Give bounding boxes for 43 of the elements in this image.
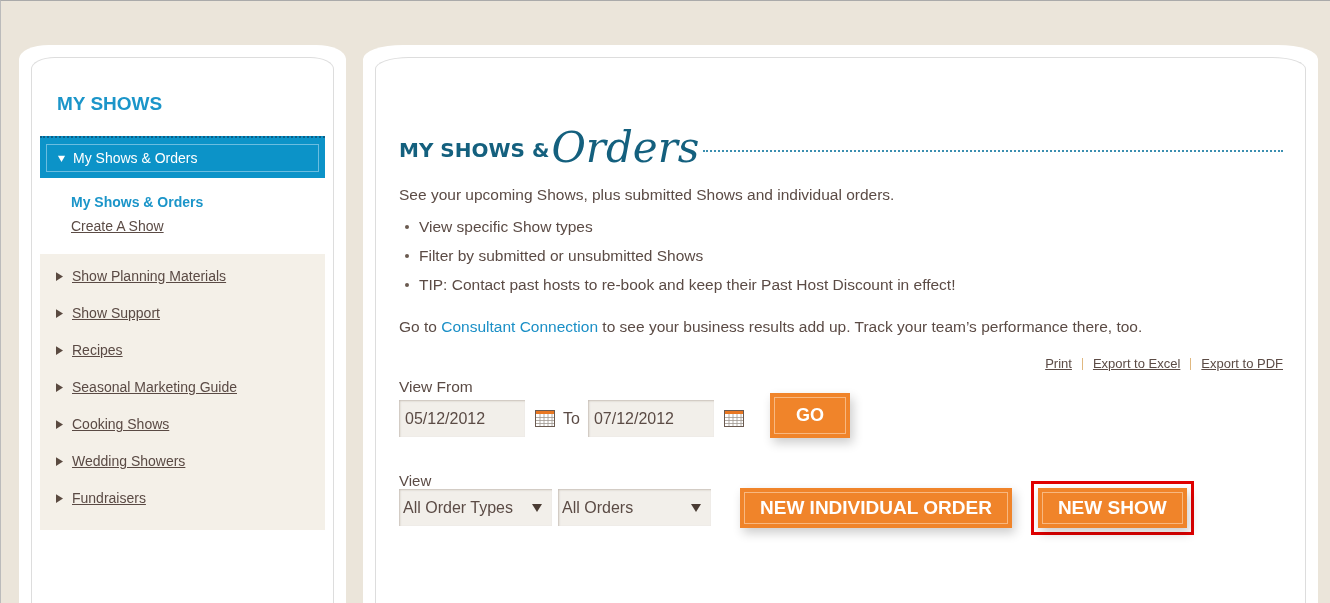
- page-title: MY SHOWS &: [399, 138, 550, 162]
- caret-icon: [56, 419, 63, 429]
- bullet-text: View specific Show types: [419, 218, 593, 236]
- field-label: View From: [399, 378, 474, 396]
- note-text: Go to Consultant Connection to see your business results add up. Track your team’s performance there, too.: [399, 318, 1144, 336]
- menu-link[interactable]: Show Planning Materials: [72, 268, 227, 284]
- action-link[interactable]: Export to PDF: [1201, 356, 1283, 371]
- caret-icon: [56, 308, 63, 318]
- bullet-icon: [405, 225, 409, 229]
- action-link[interactable]: Export to Excel: [1092, 356, 1181, 371]
- page-title-script: Orders: [551, 123, 700, 172]
- bullet-icon: [405, 283, 409, 287]
- caret-icon: [56, 345, 63, 355]
- intro-text: See your upcoming Shows, plus submitted Shows and individual orders.: [399, 186, 896, 204]
- caret-icon: [56, 271, 63, 281]
- bullet-icon: [405, 254, 409, 258]
- sidebar-title: MY SHOWS: [56, 93, 164, 115]
- caret-icon: [56, 493, 63, 503]
- dropdown[interactable]: All Orders: [558, 489, 711, 526]
- menu-link[interactable]: Cooking Shows: [72, 416, 170, 432]
- bullet-text: TIP: Contact past hosts to re-book and keep their Past Host Discount in effect!: [419, 276, 956, 294]
- menu-link[interactable]: Show Support: [72, 305, 160, 321]
- date-field[interactable]: 05/12/2012: [399, 400, 525, 437]
- menu-link[interactable]: Recipes: [72, 342, 123, 358]
- date-field[interactable]: 07/12/2012: [587, 400, 714, 437]
- action-link[interactable]: Print: [1045, 356, 1072, 371]
- field-label: View: [399, 472, 433, 489]
- bullet-text: Filter by submitted or unsubmitted Shows: [419, 247, 704, 265]
- menu-link[interactable]: Seasonal Marketing Guide: [72, 379, 237, 395]
- dropdown[interactable]: All Order Types: [399, 489, 552, 526]
- calendar-icon[interactable]: [535, 410, 555, 427]
- dropdown-arrow-icon: [532, 503, 542, 512]
- section-label: My Shows & Orders: [73, 150, 198, 166]
- consultant-link[interactable]: Consultant Connection: [441, 318, 599, 335]
- to-label: To: [563, 409, 580, 428]
- menu-link[interactable]: Fundraisers: [72, 490, 146, 506]
- menu-link[interactable]: Wedding Showers: [72, 453, 186, 469]
- caret-icon: [56, 382, 63, 392]
- submenu-link[interactable]: Create A Show: [71, 218, 164, 234]
- caret-icon: [56, 456, 63, 466]
- dropdown-arrow-icon: [691, 503, 701, 512]
- calendar-icon[interactable]: [723, 410, 744, 427]
- caret-icon: [57, 153, 66, 163]
